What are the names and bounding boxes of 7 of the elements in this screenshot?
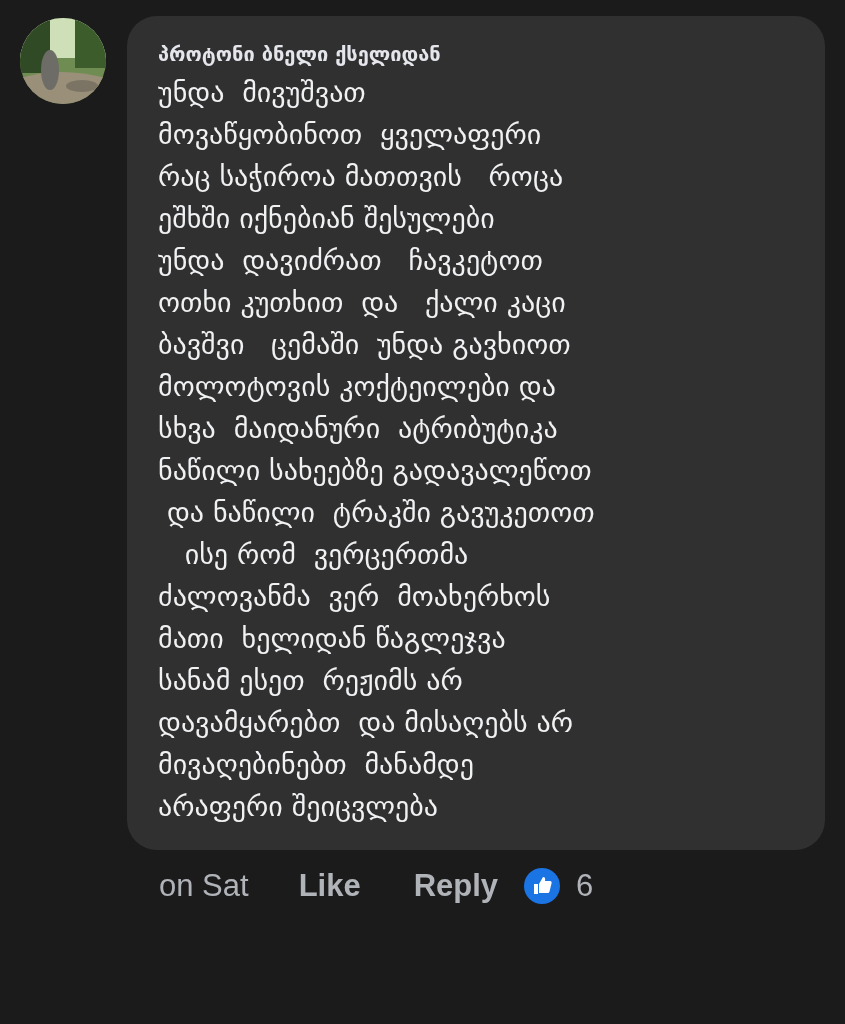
reply-link[interactable]: Reply — [413, 868, 499, 904]
author-name[interactable]: პროტონი ბნელი ქსელიდან — [158, 42, 797, 66]
thumbs-up-icon — [524, 868, 561, 904]
like-link[interactable]: Like — [298, 868, 361, 904]
comment-text: უნდა მივუშვათ მოვაწყობინოთ ყველაფერი რაც საჭიროა მათთვის როცა ეშხში იქნებიან შესულები უნდა დავიძრათ ჩავკეტოთ ოთხი კუთხით და ქალი კაცი ბავშვი ცემაში უნდა გავხიოთ მოლოტოვის კოქტეილები და სხვა მაიდანური ატრიბუტიკა ნაწილი სახეებზე გადავალეწოთ და ნაწილი ტრაკში გავუკეთოთ ისე რომ ვერცერთმა ძალოვანმა ვერ მოახერხოს მათი ხელიდან წაგლეჯვა სანამ ესეთ რეჟიმს არ დავამყარებთ და მისაღებს არ მივაღებინებთ მანამდე არაფერი შეიცვლება — [158, 75, 596, 825]
timestamp[interactable]: on Sat — [159, 868, 249, 904]
reaction-count: 6 — [576, 868, 594, 904]
